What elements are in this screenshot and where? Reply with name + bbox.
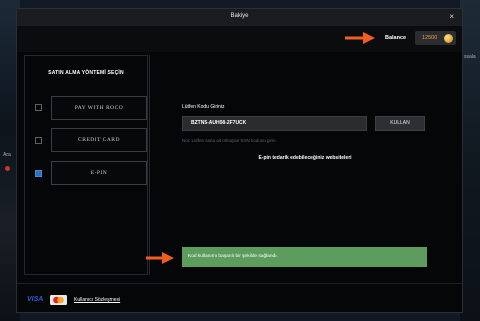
epin-sites-link[interactable]: E-pin tedarik edebileceğiniz websiteleri	[150, 155, 460, 161]
terms-link[interactable]: Kullanıcı Sözleşmesi	[74, 297, 120, 303]
epin-panel: Lütfen Kodu Giriniz BZTN5-AUH08-2F7UCK K…	[146, 55, 460, 275]
background-text-right: ssala	[464, 54, 476, 60]
arrow-right-icon	[345, 32, 375, 44]
credit-card-button[interactable]: CREDIT CARD	[51, 128, 147, 152]
epin-code-input[interactable]: BZTN5-AUH08-2F7UCK	[182, 116, 367, 131]
mastercard-icon	[50, 295, 67, 305]
checkbox-e-pin[interactable]	[35, 170, 42, 177]
coin-icon	[444, 33, 453, 43]
visa-logo: VISA	[27, 296, 44, 303]
balance-value: 12500	[422, 34, 438, 41]
checkbox-pay-with-roco[interactable]	[35, 104, 42, 111]
balance-bar: Balance 12500	[17, 26, 462, 52]
balance-display: 12500	[415, 31, 456, 45]
checkbox-credit-card[interactable]	[35, 137, 42, 144]
use-code-button[interactable]: KULLAN	[375, 116, 425, 131]
balance-label: Balance	[385, 35, 407, 41]
payment-method-heading: SATIN ALMA YÖNTEMİ SEÇİN	[48, 70, 124, 76]
close-icon[interactable]: ×	[449, 12, 454, 21]
code-field-label: Lütfen Kodu Giriniz	[182, 104, 225, 110]
footer-divider	[17, 283, 462, 284]
success-message: Kod kullanımı başarılı bir şekilde sağla…	[182, 247, 427, 267]
modal-title: Bakiye	[230, 13, 249, 19]
background-right	[460, 0, 480, 321]
arrow-right-icon	[146, 252, 174, 264]
background-text-left: Ara	[3, 152, 11, 158]
code-note: Not: Lütfen sana ait olmayan ESN kodunu …	[182, 138, 277, 143]
background-status-dot	[5, 166, 10, 171]
e-pin-button[interactable]: E-PIN	[51, 161, 147, 185]
modal-titlebar: Bakiye ×	[17, 9, 462, 27]
pay-with-roco-button[interactable]: PAY WITH ROCO	[51, 96, 147, 120]
balance-modal: Bakiye × Balance 12500 SATIN ALMA YÖNTEM…	[16, 8, 463, 313]
payment-method-panel: SATIN ALMA YÖNTEMİ SEÇİN PAY WITH ROCO C…	[24, 55, 148, 275]
